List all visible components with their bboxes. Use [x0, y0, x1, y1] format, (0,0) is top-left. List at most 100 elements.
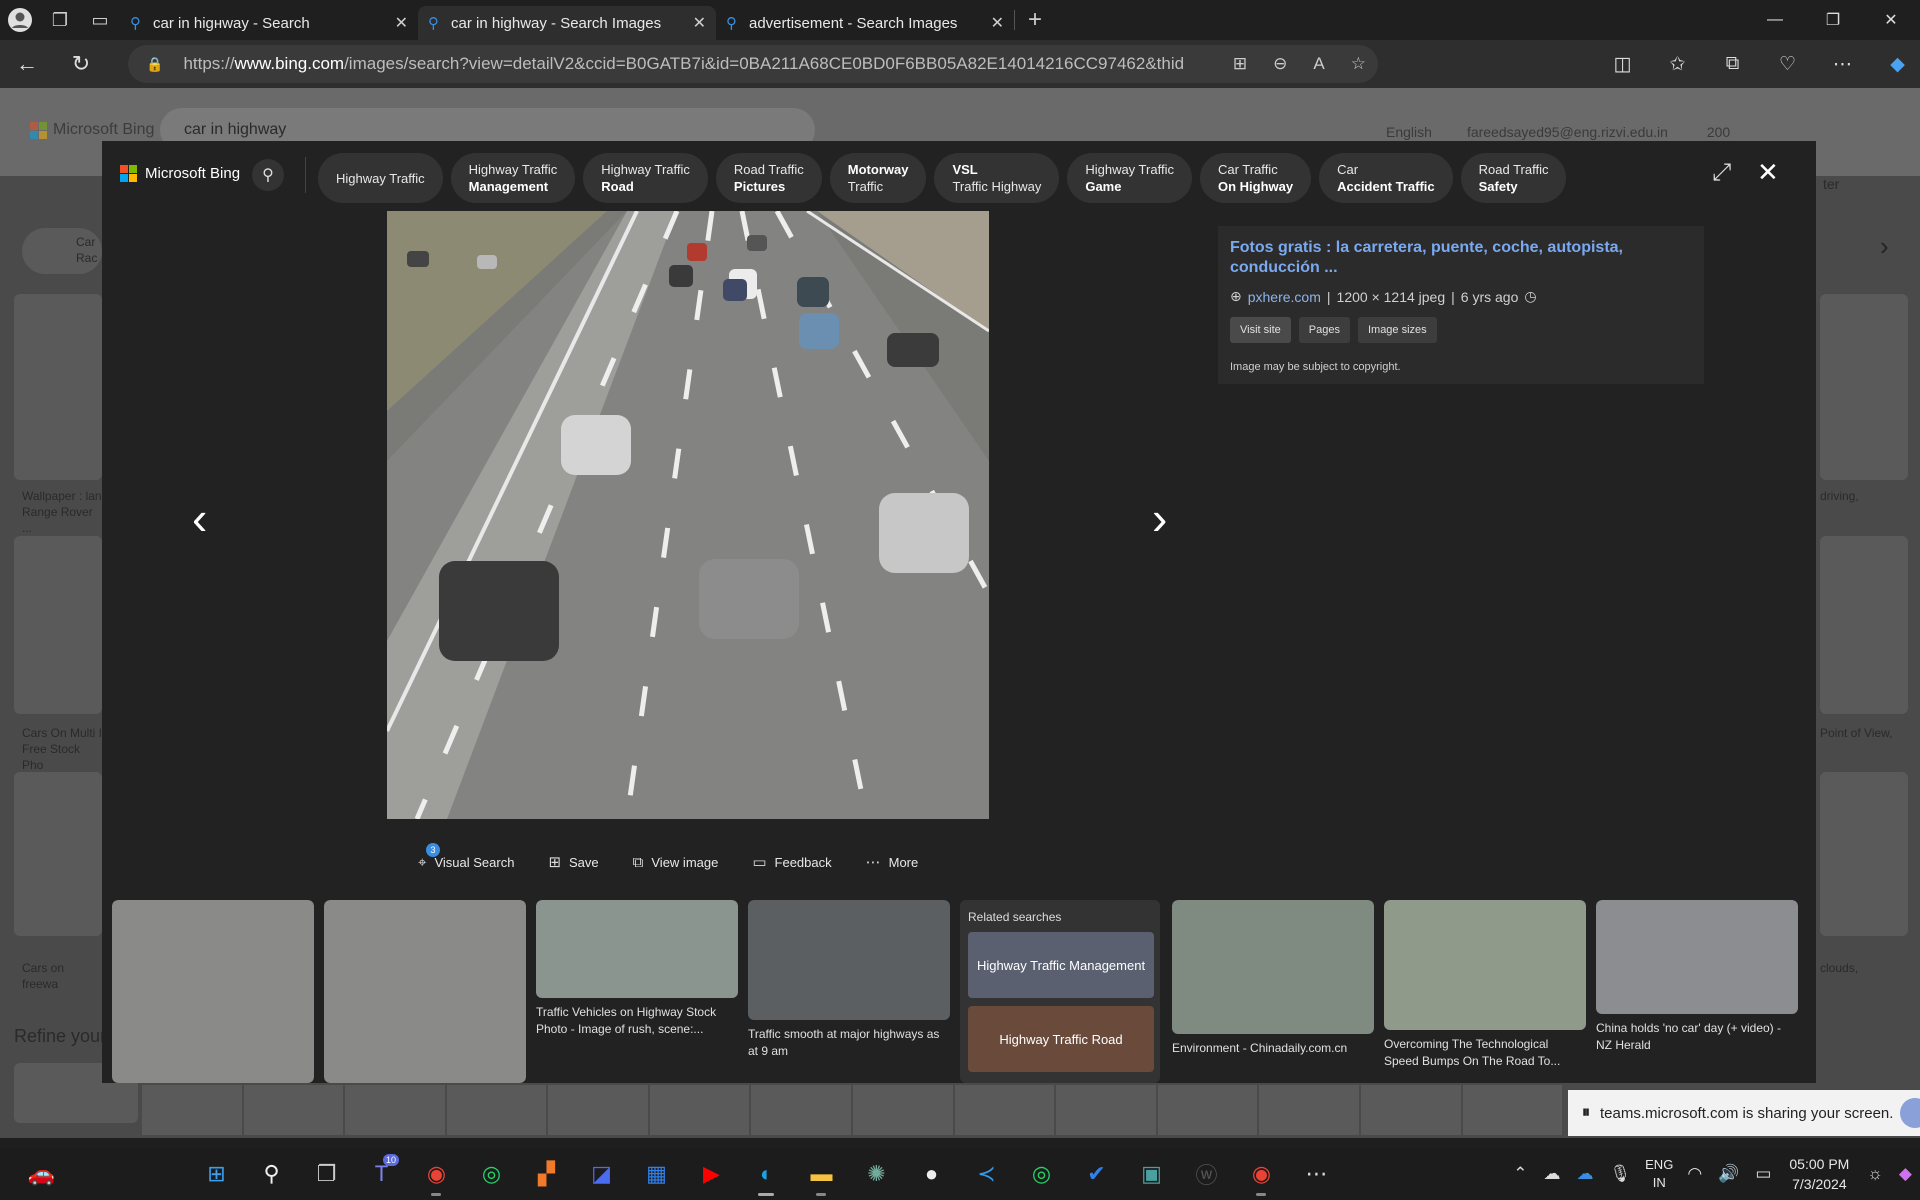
- split-screen-icon[interactable]: ◫: [1595, 53, 1650, 76]
- vscode-icon[interactable]: ≺: [959, 1148, 1014, 1200]
- save-button[interactable]: ⊞ Save: [548, 853, 598, 871]
- chatgpt-icon[interactable]: ✺: [849, 1148, 904, 1200]
- chip-road-traffic-safety[interactable]: Road Traffic Safety: [1460, 153, 1567, 203]
- bg-thumb[interactable]: [14, 294, 102, 480]
- start-button-icon[interactable]: ⊞: [189, 1148, 244, 1200]
- clock[interactable]: 05:00 PM 7/3/2024: [1789, 1154, 1849, 1194]
- modal-search-button[interactable]: ⚲: [252, 159, 284, 191]
- favorites-icon[interactable]: ✩: [1650, 53, 1705, 76]
- youtube-icon[interactable]: ▶: [684, 1148, 739, 1200]
- vertical-tabs-icon[interactable]: ▭: [80, 0, 120, 40]
- more-button[interactable]: ⋯ More: [866, 853, 919, 871]
- bg-refine-thumb[interactable]: [954, 1085, 1055, 1135]
- app-icon[interactable]: ▣: [1124, 1148, 1179, 1200]
- wordpress-icon[interactable]: ⓦ: [1179, 1148, 1234, 1200]
- volume-icon[interactable]: 🔊: [1718, 1164, 1739, 1184]
- notification-icon[interactable]: ☼: [1867, 1164, 1883, 1184]
- bg-refine-thumb[interactable]: [345, 1085, 445, 1135]
- bg-thumb[interactable]: [1820, 294, 1908, 480]
- bg-refine-thumb[interactable]: [142, 1085, 242, 1135]
- bg-points[interactable]: 200: [1707, 124, 1730, 140]
- whatsapp-icon[interactable]: ◎: [464, 1148, 519, 1200]
- view-image-button[interactable]: ⧉ View image: [633, 853, 719, 871]
- lock-icon[interactable]: 🔒: [146, 56, 163, 73]
- bg-refine-thumb[interactable]: [1259, 1085, 1359, 1135]
- onedrive-icon[interactable]: ☁: [1544, 1164, 1561, 1184]
- bg-refine-thumb[interactable]: [853, 1085, 953, 1135]
- chip-car-traffic-on-highway[interactable]: Car Traffic On Highway: [1199, 153, 1312, 203]
- visual-search-button[interactable]: 3 ⌖ Visual Search: [418, 843, 514, 871]
- bg-thumb[interactable]: [14, 536, 102, 714]
- microphone-icon[interactable]: 🎙: [1610, 1164, 1632, 1184]
- bg-email[interactable]: fareedsayed95@eng.rizvi.edu.in: [1467, 124, 1668, 140]
- related-item[interactable]: Highway Traffic Road: [968, 1006, 1154, 1072]
- chevron-up-icon[interactable]: ⌃: [1513, 1164, 1527, 1184]
- store-icon[interactable]: ▦: [629, 1148, 684, 1200]
- next-image-icon[interactable]: ›: [1152, 491, 1167, 545]
- tab-search-images[interactable]: ⚲ car in highway - Search Images ✕: [418, 6, 716, 40]
- chrome-icon[interactable]: ◉: [409, 1148, 464, 1200]
- chip-highway-traffic-road[interactable]: Highway Traffic Road: [583, 153, 708, 203]
- bg-language[interactable]: English: [1386, 124, 1432, 140]
- edge-icon[interactable]: ◐: [739, 1148, 794, 1200]
- bg-refine-thumb[interactable]: [751, 1085, 852, 1135]
- similar-image-card[interactable]: Traffic Vehicles on Highway Stock Photo …: [536, 900, 738, 1038]
- widgets-icon[interactable]: 🚗: [14, 1148, 69, 1200]
- feedback-button[interactable]: ▭ Feedback: [752, 853, 831, 871]
- main-image[interactable]: [387, 211, 989, 819]
- favorite-star-icon[interactable]: ☆: [1351, 54, 1366, 74]
- chip-motorway-traffic[interactable]: Motorway Traffic: [829, 153, 927, 203]
- zoom-icon[interactable]: ⊖: [1273, 54, 1287, 74]
- bg-filter[interactable]: ter: [1823, 176, 1839, 192]
- visit-site-button[interactable]: Visit site: [1230, 317, 1291, 343]
- chip-road-traffic-pictures[interactable]: Road Traffic Pictures: [715, 153, 822, 203]
- chip-highway-traffic-game[interactable]: Highway Traffic Game: [1067, 153, 1192, 203]
- battery-icon[interactable]: ▭: [1755, 1164, 1771, 1184]
- whatsapp-desktop-icon[interactable]: ◎: [1014, 1148, 1069, 1200]
- bg-refine-thumb[interactable]: [243, 1085, 344, 1135]
- office-app-icon[interactable]: ▞: [519, 1148, 574, 1200]
- bg-thumb[interactable]: [1820, 536, 1908, 714]
- browser-essentials-icon[interactable]: ♡: [1760, 53, 1815, 76]
- refresh-button[interactable]: ↻: [54, 40, 108, 88]
- back-button[interactable]: ←: [0, 40, 54, 88]
- task-view-icon[interactable]: ❐: [299, 1148, 354, 1200]
- chip-vsl-traffic-highway[interactable]: VSL Traffic Highway: [934, 153, 1060, 203]
- close-window-icon[interactable]: ✕: [1862, 0, 1920, 40]
- input-language[interactable]: ENG IN: [1645, 1156, 1673, 1192]
- similar-image-card[interactable]: Traffic smooth at major highways as at 9…: [748, 900, 950, 1060]
- previous-image-icon[interactable]: ‹: [192, 491, 207, 545]
- bg-bing-logo[interactable]: Microsoft Bing: [30, 121, 154, 139]
- bg-refine-thumb[interactable]: [1462, 1085, 1563, 1135]
- restore-icon[interactable]: ❐: [1804, 0, 1862, 40]
- read-aloud-icon[interactable]: A: [1313, 54, 1324, 74]
- teams-icon[interactable]: T 10: [354, 1148, 409, 1200]
- file-explorer-icon[interactable]: ▬: [794, 1148, 849, 1200]
- source-link[interactable]: pxhere.com: [1248, 289, 1321, 305]
- close-tab-icon[interactable]: ✕: [991, 13, 1004, 33]
- similar-image-card[interactable]: China holds 'no car' day (+ video) - NZ …: [1596, 900, 1798, 1054]
- teams-avatar-icon[interactable]: [1900, 1098, 1920, 1128]
- copilot-icon[interactable]: ◆: [1870, 53, 1920, 76]
- bg-thumb[interactable]: [1820, 772, 1908, 936]
- collections-icon[interactable]: ⧉: [1705, 53, 1760, 75]
- wifi-icon[interactable]: ◠: [1687, 1164, 1702, 1184]
- close-modal-icon[interactable]: ✕: [1757, 157, 1779, 188]
- onedrive-sync-icon[interactable]: ☁: [1577, 1164, 1594, 1184]
- drawing-app-icon[interactable]: ◪: [574, 1148, 629, 1200]
- minimize-icon[interactable]: —: [1746, 0, 1804, 40]
- pause-icon[interactable]: ⏸: [1582, 1104, 1590, 1122]
- bing-logo[interactable]: Microsoft Bing: [120, 165, 240, 182]
- pages-button[interactable]: Pages: [1298, 317, 1350, 343]
- chip-highway-traffic-management[interactable]: Highway Traffic Management: [450, 153, 576, 203]
- chip-car-accident-traffic[interactable]: Car Accident Traffic: [1319, 153, 1453, 203]
- workspaces-icon[interactable]: ❐: [40, 0, 80, 40]
- image-sizes-button[interactable]: Image sizes: [1357, 317, 1437, 343]
- bg-refine-thumb[interactable]: [548, 1085, 648, 1135]
- bg-refine-thumb[interactable]: [446, 1085, 547, 1135]
- copilot-taskbar-icon[interactable]: ◆: [1899, 1164, 1912, 1184]
- close-tab-icon[interactable]: ✕: [693, 13, 706, 33]
- image-title-link[interactable]: Fotos gratis : la carretera, puente, coc…: [1230, 238, 1692, 278]
- similar-image-card[interactable]: Overcoming The Technological Speed Bumps…: [1384, 900, 1586, 1070]
- profile-icon[interactable]: [0, 0, 40, 40]
